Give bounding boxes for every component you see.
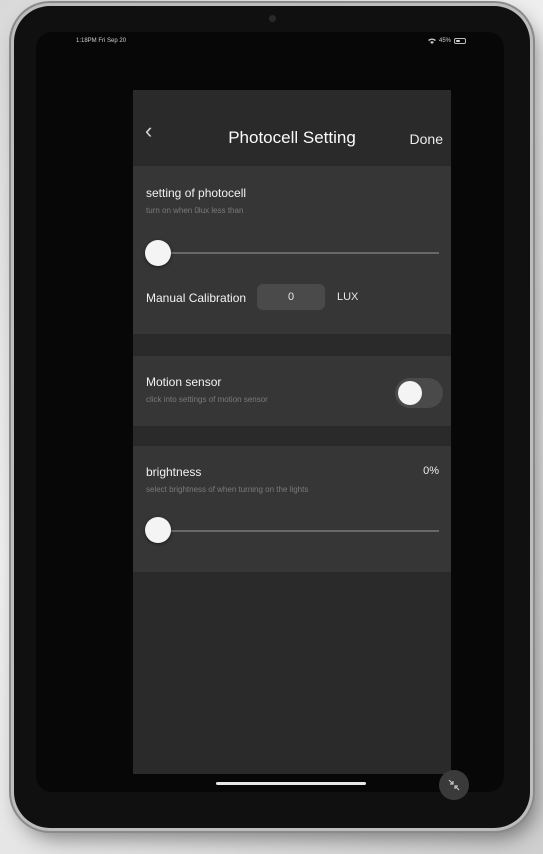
battery-percent: 45%: [438, 38, 451, 44]
nav-bar: ‹ Photocell Setting Done: [133, 90, 451, 166]
tablet-device: 1:18PM Fri Sep 20 45% ‹ Photocell Settin…: [14, 6, 530, 828]
calibration-label: Manual Calibration: [146, 291, 247, 305]
photocell-title: setting of photocell: [146, 186, 247, 200]
motion-sensor-section[interactable]: Motion sensor click into settings of mot…: [133, 356, 451, 426]
brightness-title: brightness: [146, 465, 202, 479]
photocell-subtitle: turn on when 0lux less than: [146, 206, 244, 215]
brightness-slider-thumb[interactable]: [145, 517, 171, 543]
toggle-knob: [398, 381, 422, 405]
motion-sensor-toggle[interactable]: [395, 378, 443, 408]
photocell-settings-panel: ‹ Photocell Setting Done setting of phot…: [133, 90, 451, 774]
calibration-input[interactable]: 0: [257, 284, 325, 310]
brightness-subtitle: select brightness of when turning on the…: [146, 485, 309, 494]
calibration-unit: LUX: [337, 291, 359, 303]
photocell-slider-thumb[interactable]: [145, 240, 171, 266]
page-title: Photocell Setting: [228, 128, 356, 147]
wifi-icon: [427, 38, 436, 44]
battery-icon: [454, 38, 466, 44]
collapse-arrows-glyph: [448, 779, 460, 791]
status-time: 1:18PM Fri Sep 20: [76, 38, 127, 44]
status-bar: 1:18PM Fri Sep 20 45%: [36, 36, 504, 48]
brightness-slider-track[interactable]: [157, 530, 439, 532]
photocell-slider-track[interactable]: [157, 252, 439, 254]
motion-title: Motion sensor: [146, 375, 222, 389]
front-camera: [269, 15, 276, 22]
status-right-group: 45%: [427, 38, 466, 44]
brightness-value: 0%: [423, 465, 439, 477]
photocell-section: setting of photocell turn on when 0lux l…: [133, 166, 451, 334]
home-indicator[interactable]: [216, 782, 366, 785]
motion-subtitle: click into settings of motion sensor: [146, 395, 268, 404]
tablet-screen: 1:18PM Fri Sep 20 45% ‹ Photocell Settin…: [36, 32, 504, 792]
collapse-arrows-icon[interactable]: [439, 770, 469, 800]
brightness-section: brightness select brightness of when tur…: [133, 446, 451, 572]
battery-fill: [456, 40, 460, 42]
done-button[interactable]: Done: [410, 131, 443, 147]
